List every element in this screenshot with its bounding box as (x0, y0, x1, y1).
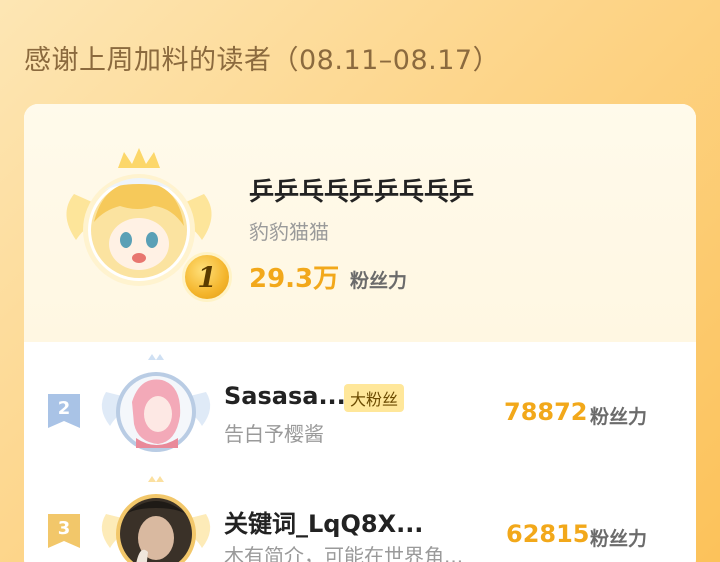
reader-subtitle: 木有简介，可能在世界角... (224, 544, 464, 562)
rank-badge: 1 (182, 252, 232, 302)
reader-name[interactable]: 关键词_LqQ8X... (224, 504, 423, 539)
top-reader-row[interactable]: 1 乒乒乓乓乒乒乓乓乒 豹豹猫猫 29.3万 粉丝力 (24, 104, 696, 342)
top-reader-fan-unit: 粉丝力 (350, 270, 408, 292)
reader-avatar[interactable] (96, 352, 216, 462)
top-reader-subtitle: 豹豹猫猫 (249, 220, 329, 244)
reader-fan-unit: 粉丝力 (590, 406, 648, 428)
avatar-frame-icon (101, 476, 211, 562)
reader-row[interactable]: 3 关键词_LqQ8X... 木有简介，可能在世界角... 62815 粉丝力 (24, 468, 696, 562)
reader-name[interactable]: Sasasa... (224, 382, 346, 410)
rank-flag: 2 (48, 394, 80, 428)
reader-fan-count: 78872 (504, 398, 588, 426)
top-reader-avatar[interactable]: 1 (54, 144, 232, 304)
page-title: 感谢上周加料的读者（08.11–08.17） (24, 45, 501, 76)
rank-flag: 3 (48, 514, 80, 548)
avatar-frame-icon (101, 354, 211, 452)
reader-ranking-card: 1 乒乒乓乓乒乒乓乓乒 豹豹猫猫 29.3万 粉丝力 2 Sasasa... 大… (24, 104, 696, 562)
top-reader-name[interactable]: 乒乒乓乓乒乒乓乓乒 (249, 172, 474, 208)
rank-number: 2 (57, 398, 71, 419)
reader-fan-count: 62815 (506, 520, 590, 548)
rank-number: 3 (57, 518, 71, 539)
reader-subtitle: 告白予樱酱 (224, 422, 324, 446)
big-fan-badge: 大粉丝 (344, 384, 405, 412)
reader-fan-unit: 粉丝力 (590, 528, 648, 550)
reader-avatar[interactable] (96, 474, 216, 562)
reader-row[interactable]: 2 Sasasa... 大粉丝 告白予樱酱 78872 粉丝力 (24, 346, 696, 466)
top-reader-fan-count: 29.3万 (249, 264, 340, 294)
